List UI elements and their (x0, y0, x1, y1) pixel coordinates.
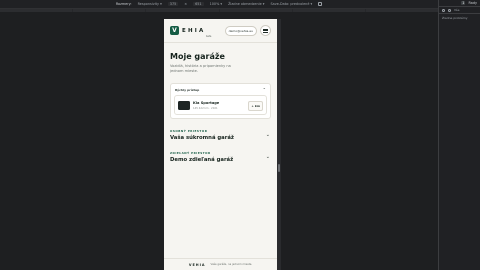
page-title: Moje garáže (170, 52, 225, 61)
console-message: Žiadne problémy (442, 16, 468, 20)
quick-access-toggle[interactable]: Rýchly prístup ⌃ (174, 87, 267, 92)
console-toolbar: Vše (439, 7, 480, 14)
mobile-viewport: V EHIA beta demo@vehia.eu Moje garáže Vo… (164, 19, 277, 270)
device-select[interactable]: Responsivity (138, 2, 162, 6)
car-meta: 145 422 km · 2021 (193, 106, 218, 110)
viewport-resize-gutter[interactable] (277, 19, 281, 270)
logo-sub: beta (206, 35, 212, 38)
throttle-select[interactable]: Žiadne obmedzenie (228, 2, 264, 6)
save-data-select[interactable]: Save-Data: predvolené (270, 2, 312, 6)
resize-handle[interactable] (278, 164, 280, 172)
logo[interactable]: V EHIA beta (170, 26, 211, 38)
private-garage-section[interactable]: OSOBNÝ PRIESTOR Vaša súkromná garáž ⌄ (170, 129, 271, 141)
level-select[interactable]: Vše (454, 8, 459, 12)
devtools-tabs: 1 Rady (439, 0, 480, 7)
dimensions-label: Rozmery: (115, 2, 132, 6)
vehicle-card[interactable]: Kia Sportage 145 422 km · 2021 + km (174, 95, 267, 116)
rotate-icon[interactable] (318, 2, 323, 6)
page-content: Moje garáže Vozidlá, história a pripomie… (164, 43, 277, 163)
chevron-up-icon: ⌃ (262, 87, 266, 93)
app-footer: VEHIA Vaše garáže, na jednom mieste. (164, 258, 277, 270)
page-subtitle: Vozidlá, história a pripomienky na jedno… (170, 64, 231, 74)
height-input[interactable]: 651 (193, 2, 204, 6)
issues-badge[interactable]: 1 (461, 1, 466, 5)
quick-access-label: Rýchly prístup (175, 87, 200, 92)
chevron-down-icon: ⌄ (265, 154, 270, 161)
chevron-down-icon: ⌄ (265, 132, 270, 139)
section-heading: Demo zdieľaná garáž (170, 157, 234, 164)
car-thumbnail (178, 100, 190, 110)
hamburger-menu-icon[interactable] (260, 25, 271, 36)
section-caption: OSOBNÝ PRIESTOR (170, 129, 208, 134)
filter-icon[interactable] (448, 8, 451, 12)
shared-garage-section[interactable]: ZDIEĽANÝ PRIESTOR Demo zdieľaná garáž ⌄ (170, 151, 271, 163)
account-email-button[interactable]: demo@vehia.eu (224, 25, 257, 36)
device-toolbar: Rozmery: Responsivity 375 × 651 100% Žia… (0, 0, 438, 9)
clear-icon[interactable] (442, 8, 445, 12)
add-km-button[interactable]: + km (248, 101, 263, 112)
app-header: V EHIA beta demo@vehia.eu (164, 19, 277, 43)
media-query-ruler[interactable] (0, 9, 439, 12)
footer-tagline: Vaše garáže, na jednom mieste. (210, 263, 253, 266)
section-caption: ZDIEĽANÝ PRIESTOR (170, 151, 211, 156)
section-heading: Vaša súkromná garáž (170, 135, 234, 142)
logo-word: EHIA (182, 27, 206, 34)
panel-menu[interactable]: Rady (468, 1, 477, 5)
quick-access-card: Rýchly prístup ⌃ Kia Sportage 145 422 km… (170, 83, 271, 120)
logo-mark: V (170, 26, 179, 35)
footer-logo: VEHIA (188, 262, 206, 267)
width-input[interactable]: 375 (167, 2, 179, 6)
devtools-panel: 1 Rady Vše Žiadne problémy (438, 0, 480, 270)
zoom-select[interactable]: 100% (210, 2, 222, 6)
car-name: Kia Sportage (193, 100, 220, 105)
times-sign: × (184, 2, 188, 6)
